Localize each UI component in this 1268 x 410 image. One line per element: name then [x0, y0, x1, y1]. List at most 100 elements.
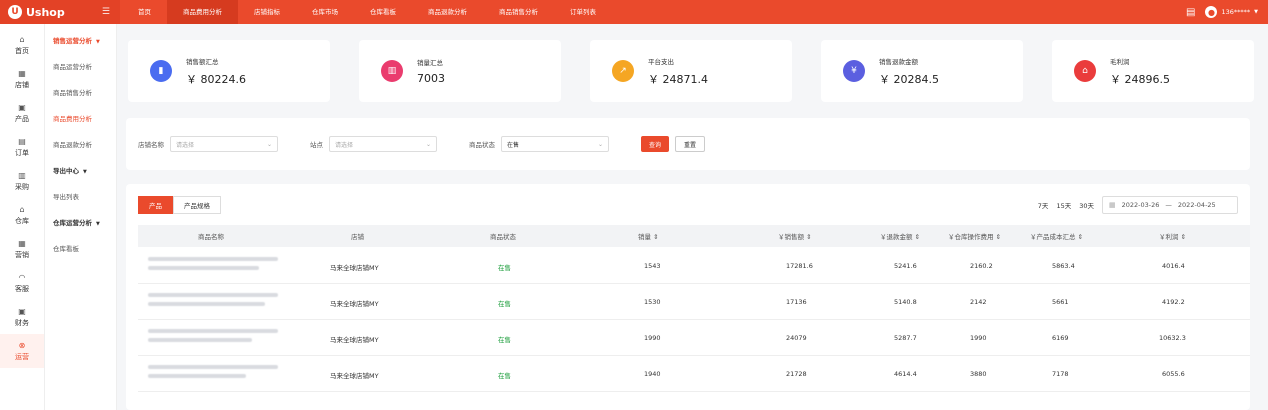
shop-select[interactable]: 请选择 ⌄: [170, 136, 278, 152]
submenu-group-label: 销售运营分析: [53, 37, 92, 45]
user-name[interactable]: 136*****: [1221, 8, 1250, 16]
kpi-card-refund: ¥ 销售退款金额 ￥ 20284.5: [821, 40, 1023, 102]
chevron-down-icon[interactable]: ▼: [1254, 9, 1258, 15]
nav-product-cost[interactable]: 商品费用分析: [167, 0, 238, 24]
rail-shop[interactable]: ▦ 店铺: [0, 62, 44, 96]
cell-refund: 5241.6: [894, 262, 917, 270]
site-select[interactable]: 请选择 ⌄: [329, 136, 437, 152]
cell-profit: 6055.6: [1162, 370, 1185, 378]
rail-label: 客服: [15, 284, 29, 293]
cell-product-cost: 5863.4: [1052, 262, 1075, 270]
nav-warehouse-board[interactable]: 仓库看板: [354, 0, 412, 24]
cell-shop: 马来全球店铺MY: [330, 372, 379, 380]
submenu-item-export-list[interactable]: 导出列表: [45, 184, 116, 210]
cell-shop: 马来全球店铺MY: [330, 300, 379, 308]
range-30d-button[interactable]: 30天: [1079, 200, 1094, 210]
status-filter-label: 商品状态: [469, 141, 495, 149]
grid-chart-icon: ▥: [381, 60, 403, 82]
query-button[interactable]: 查询: [641, 136, 670, 152]
cell-sales: 1530: [644, 298, 661, 306]
cell-status: 在售: [498, 372, 511, 380]
rail-purchase[interactable]: ▥ 采购: [0, 164, 44, 198]
tab-product-spec[interactable]: 产品规格: [173, 196, 221, 214]
submenu-item-product-cost[interactable]: 商品费用分析: [45, 106, 116, 132]
nav-home[interactable]: 首页: [122, 0, 167, 24]
rail-label: 首页: [15, 46, 29, 55]
data-table-card: 产品 产品规格 7天 15天 30天 ▦ 2022-03-26 — 2022-0…: [126, 184, 1250, 410]
submenu-item-product-ops[interactable]: 商品运营分析: [45, 54, 116, 80]
range-15d-button[interactable]: 15天: [1056, 200, 1071, 210]
rail-marketing[interactable]: ▦ 营销: [0, 232, 44, 266]
rail-finance[interactable]: ▣ 财务: [0, 300, 44, 334]
rail-order[interactable]: ▤ 订单: [0, 130, 44, 164]
site-select-placeholder: 请选择: [335, 141, 354, 149]
reset-button[interactable]: 重置: [675, 136, 706, 152]
cell-sales: 1940: [644, 370, 661, 378]
col-warehouse-fee[interactable]: ￥仓库操作费用 ⇕: [948, 231, 1001, 241]
nav-warehouse-market[interactable]: 仓库市场: [296, 0, 354, 24]
book-icon[interactable]: ▤: [1186, 7, 1195, 18]
nav-product-sales[interactable]: 商品销售分析: [483, 0, 554, 24]
brand-logo[interactable]: U Ushop ☰: [0, 0, 120, 24]
rail-home[interactable]: ⌂ 首页: [0, 28, 44, 62]
menu-toggle-icon[interactable]: ☰: [102, 7, 110, 17]
cell-revenue: 17281.6: [786, 262, 813, 270]
col-product-cost[interactable]: ￥产品成本汇总 ⇕: [1030, 231, 1083, 241]
date-separator: —: [1165, 201, 1172, 209]
main-content: ▮ 销售额汇总 ￥ 80224.6 ▥ 销量汇总 7003 ↗ 平台支出 ￥ 2487…: [118, 24, 1268, 410]
date-start: 2022-03-26: [1121, 201, 1160, 209]
submenu-item-product-refund[interactable]: 商品退款分析: [45, 132, 116, 158]
chevron-down-icon: ⌄: [597, 140, 603, 148]
submenu-item-product-sales[interactable]: 商品销售分析: [45, 80, 116, 106]
user-avatar-icon[interactable]: ●: [1205, 6, 1218, 18]
calendar-icon: ▦: [1109, 201, 1116, 209]
shop-select-placeholder: 请选择: [176, 141, 195, 149]
rail-operations[interactable]: ⊗ 运营: [0, 334, 44, 368]
chevron-down-icon: ▼: [96, 221, 100, 227]
col-profit[interactable]: ￥利润 ⇕: [1159, 231, 1186, 241]
submenu-group-label: 仓库运营分析: [53, 219, 92, 227]
rail-product[interactable]: ▣ 产品: [0, 96, 44, 130]
rail-label: 营销: [15, 250, 29, 259]
rail-warehouse[interactable]: ⌂ 仓库: [0, 198, 44, 232]
table-row[interactable]: 马来全球店铺MY 在售 1990 24079 5287.7 1990 6169 …: [138, 320, 1250, 356]
table-row[interactable]: 马来全球店铺MY 在售 1543 17281.6 5241.6 2160.2 5…: [138, 248, 1250, 284]
col-revenue[interactable]: ￥销售额 ⇕: [778, 231, 812, 241]
col-status: 商品状态: [490, 233, 516, 241]
date-range-picker[interactable]: ▦ 2022-03-26 — 2022-04-25: [1102, 196, 1238, 214]
nav-shop-metrics[interactable]: 店铺指标: [238, 0, 296, 24]
table-row[interactable]: 马来全球店铺MY 在售 1940 21728 4614.4 3880 7178 …: [138, 356, 1250, 392]
cell-refund: 5287.7: [894, 334, 917, 342]
submenu-group-export[interactable]: 导出中心 ▼: [45, 158, 116, 184]
status-select[interactable]: 在售 ⌄: [501, 136, 609, 152]
tab-product[interactable]: 产品: [138, 196, 173, 214]
cell-refund: 5140.8: [894, 298, 917, 306]
kpi-label: 毛利润: [1110, 57, 1130, 66]
cell-profit: 10632.3: [1159, 334, 1186, 342]
cell-warehouse-fee: 2142: [970, 298, 987, 306]
submenu-item-warehouse-board[interactable]: 仓库看板: [45, 236, 116, 262]
range-7d-button[interactable]: 7天: [1038, 200, 1049, 210]
cell-profit: 4016.4: [1162, 262, 1185, 270]
nav-order-list[interactable]: 订单列表: [554, 0, 612, 24]
col-sales-volume[interactable]: 销量 ⇕: [638, 231, 659, 241]
filter-bar: 店铺名称 请选择 ⌄ 站点 请选择 ⌄ 商品状态 在售 ⌄ 查询 重置: [126, 118, 1250, 170]
order-icon: ▤: [18, 136, 26, 146]
site-filter-label: 站点: [310, 141, 323, 149]
table-header: 商品名称 店铺 商品状态 销量 ⇕ ￥销售额 ⇕ ￥退款金额 ⇕ ￥仓库操作费用…: [138, 225, 1250, 247]
shop-filter-label: 店铺名称: [138, 141, 164, 149]
cell-warehouse-fee: 1990: [970, 334, 987, 342]
cell-warehouse-fee: 2160.2: [970, 262, 993, 270]
table-row[interactable]: 马来全球店铺MY 在售 1530 17136 5140.8 2142 5661 …: [138, 284, 1250, 320]
nav-product-refund[interactable]: 商品退款分析: [412, 0, 483, 24]
cell-status: 在售: [498, 264, 511, 272]
submenu-group-warehouse-ops[interactable]: 仓库运营分析 ▼: [45, 210, 116, 236]
chevron-down-icon: ▼: [96, 39, 100, 45]
bar-chart-icon: ▮: [150, 60, 172, 82]
rail-service[interactable]: ◠ 客服: [0, 266, 44, 300]
status-select-value: 在售: [507, 141, 520, 149]
cell-revenue: 21728: [786, 370, 807, 378]
col-refund[interactable]: ￥退款金额 ⇕: [880, 231, 920, 241]
rail-label: 财务: [15, 318, 29, 327]
submenu-group-sales-ops[interactable]: 销售运营分析 ▼: [45, 28, 116, 54]
